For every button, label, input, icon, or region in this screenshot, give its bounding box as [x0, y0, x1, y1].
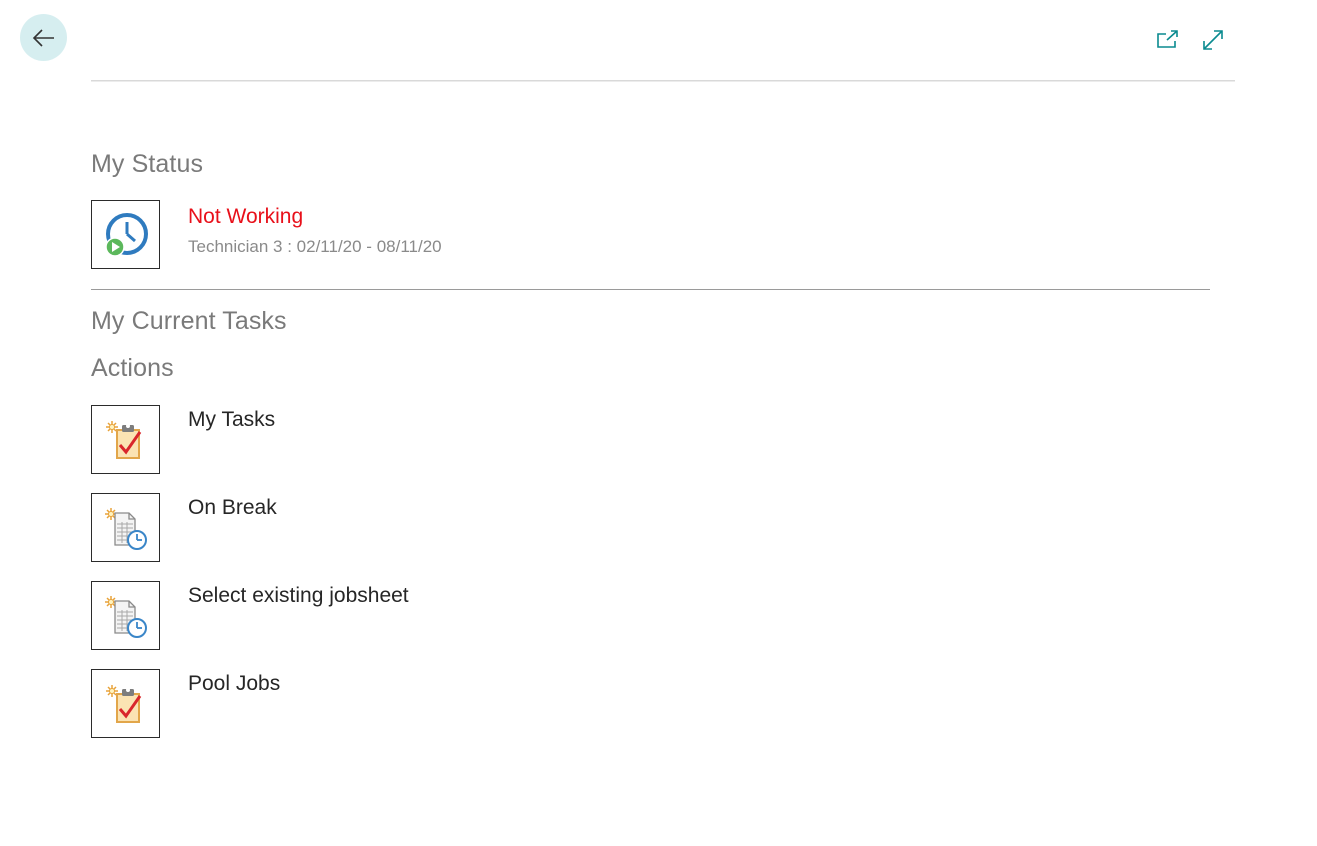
pool-jobs-tile[interactable]	[91, 669, 160, 738]
section-divider	[91, 289, 1210, 290]
open-in-new-window-button[interactable]	[1156, 28, 1180, 52]
my-status-title: My Status	[91, 150, 204, 178]
timesheet-clock-icon	[104, 595, 147, 638]
on-break-tile[interactable]	[91, 493, 160, 562]
on-break-link[interactable]: On Break	[188, 496, 277, 520]
expand-button[interactable]	[1201, 28, 1225, 52]
status-info: Not Working Technician 3 : 02/11/20 - 08…	[188, 203, 442, 257]
my-current-tasks-title: My Current Tasks	[91, 307, 287, 335]
clock-play-icon	[104, 212, 148, 257]
actions-title: Actions	[91, 354, 174, 382]
status-detail: Technician 3 : 02/11/20 - 08/11/20	[188, 237, 442, 256]
my-tasks-link[interactable]: My Tasks	[188, 408, 275, 432]
header-divider	[91, 80, 1235, 82]
my-tasks-tile[interactable]	[91, 405, 160, 474]
arrow-left-icon	[32, 28, 54, 47]
select-existing-jobsheet-tile[interactable]	[91, 581, 160, 650]
select-existing-jobsheet-link[interactable]: Select existing jobsheet	[188, 584, 409, 608]
open-in-new-window-icon	[1157, 30, 1178, 48]
task-clipboard-icon	[105, 420, 141, 459]
status-link[interactable]: Not Working	[188, 203, 442, 231]
back-button[interactable]	[20, 14, 67, 61]
status-tile[interactable]	[91, 200, 160, 269]
pool-jobs-link[interactable]: Pool Jobs	[188, 672, 280, 696]
timesheet-clock-icon	[104, 507, 147, 550]
expand-icon	[1203, 30, 1223, 50]
task-clipboard-icon	[105, 684, 141, 723]
